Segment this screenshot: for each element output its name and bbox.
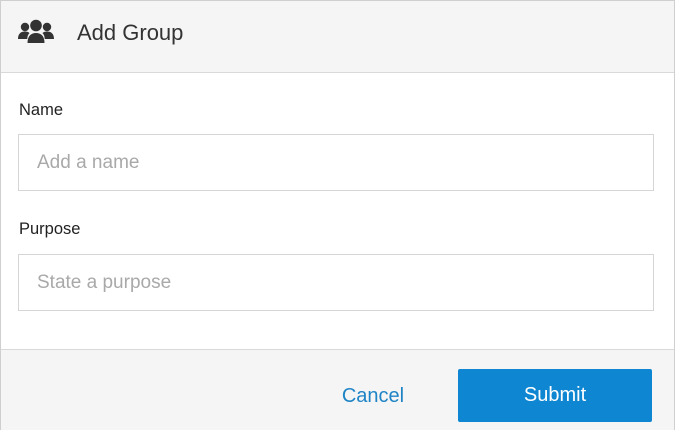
users-icon [17,18,55,46]
cancel-button[interactable]: Cancel [321,370,425,422]
dialog-footer: Cancel Submit [1,349,674,430]
submit-button[interactable]: Submit [458,369,652,422]
name-label: Name [19,101,64,119]
dialog-header: Add Group [1,1,674,73]
purpose-field[interactable] [18,254,654,311]
dialog-title: Add Group [77,20,184,45]
add-group-dialog: Add Group Name Purpose Cancel Submit [0,0,675,430]
purpose-label: Purpose [19,220,81,238]
name-field[interactable] [18,134,654,191]
